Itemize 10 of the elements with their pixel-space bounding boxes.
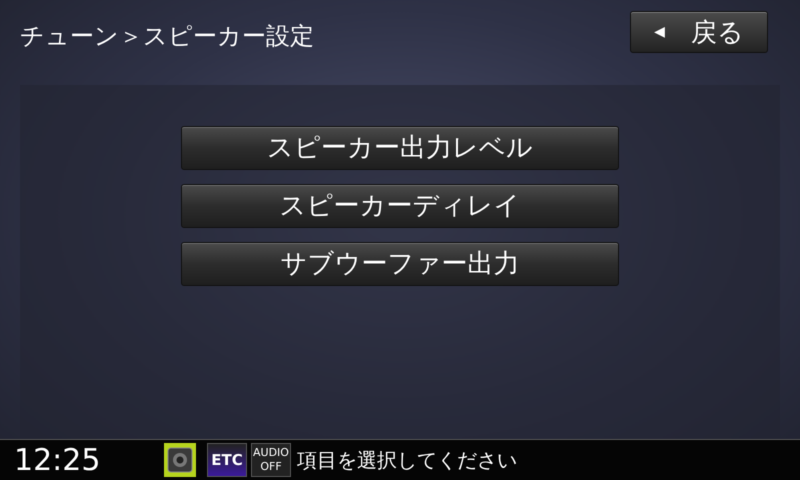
menu-button[interactable]: サブウーファー出力 [181, 242, 619, 286]
clock-time: 12:25 [14, 442, 102, 478]
menu-button[interactable]: スピーカーディレイ [181, 184, 619, 228]
camera-icon [164, 443, 196, 478]
status-message: 項目を選択してください [297, 446, 517, 474]
etc-badge: ETC [207, 443, 247, 478]
menu-button[interactable]: スピーカー出力レベル [181, 126, 619, 170]
back-button[interactable]: ◀ 戻る [630, 11, 768, 54]
screen-title: チューン＞スピーカー設定 [20, 21, 314, 52]
audio-off-badge: AUDIO OFF [251, 443, 291, 478]
